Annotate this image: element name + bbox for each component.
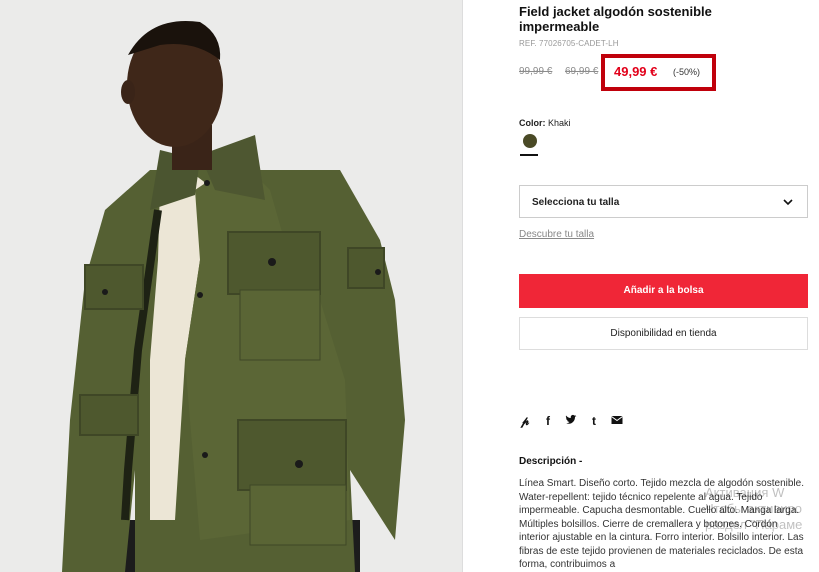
color-value: Khaki bbox=[548, 118, 571, 128]
discount-badge: (-50%) bbox=[673, 67, 701, 77]
current-price: 49,99 € bbox=[614, 64, 658, 79]
size-select[interactable]: Selecciona tu talla bbox=[519, 185, 808, 218]
store-availability-button[interactable]: Disponibilidad en tienda bbox=[519, 317, 808, 350]
color-info: Color: Khaki bbox=[519, 118, 571, 128]
share-bar: 𝓅 f t bbox=[519, 413, 623, 429]
current-price-highlight: 49,99 € (-50%) bbox=[601, 54, 716, 91]
chevron-down-icon bbox=[783, 199, 793, 206]
previous-price: 69,99 € bbox=[565, 66, 599, 77]
watermark-line-3: раздел "Параме bbox=[705, 517, 803, 532]
email-icon[interactable] bbox=[611, 414, 623, 428]
size-select-label: Selecciona tu talla bbox=[532, 197, 620, 208]
twitter-icon[interactable] bbox=[565, 414, 577, 428]
color-label: Color: bbox=[519, 118, 546, 128]
description-heading[interactable]: Descripción - bbox=[519, 456, 582, 467]
model-photo bbox=[0, 0, 462, 572]
color-swatch-khaki[interactable] bbox=[523, 134, 537, 148]
product-reference: REF. 77026705-CADET-LH bbox=[519, 39, 619, 48]
watermark-line-1: Активация W bbox=[705, 485, 785, 500]
tumblr-icon[interactable]: t bbox=[588, 414, 600, 428]
product-title: Field jacket algodón sostenible impermea… bbox=[519, 4, 712, 34]
selected-swatch-indicator bbox=[520, 154, 538, 156]
size-guide-link[interactable]: Descubre tu talla bbox=[519, 229, 594, 240]
product-image[interactable] bbox=[0, 0, 463, 572]
watermark-line-2: Чтобы активиро bbox=[705, 501, 803, 516]
original-price: 99,99 € bbox=[519, 66, 553, 77]
facebook-icon[interactable]: f bbox=[542, 414, 554, 428]
pinterest-icon[interactable]: 𝓅 bbox=[519, 414, 531, 428]
os-activation-watermark: Активация W Чтобы активиро раздел "Парам… bbox=[705, 485, 802, 533]
add-to-bag-button[interactable]: Añadir a la bolsa bbox=[519, 274, 808, 308]
